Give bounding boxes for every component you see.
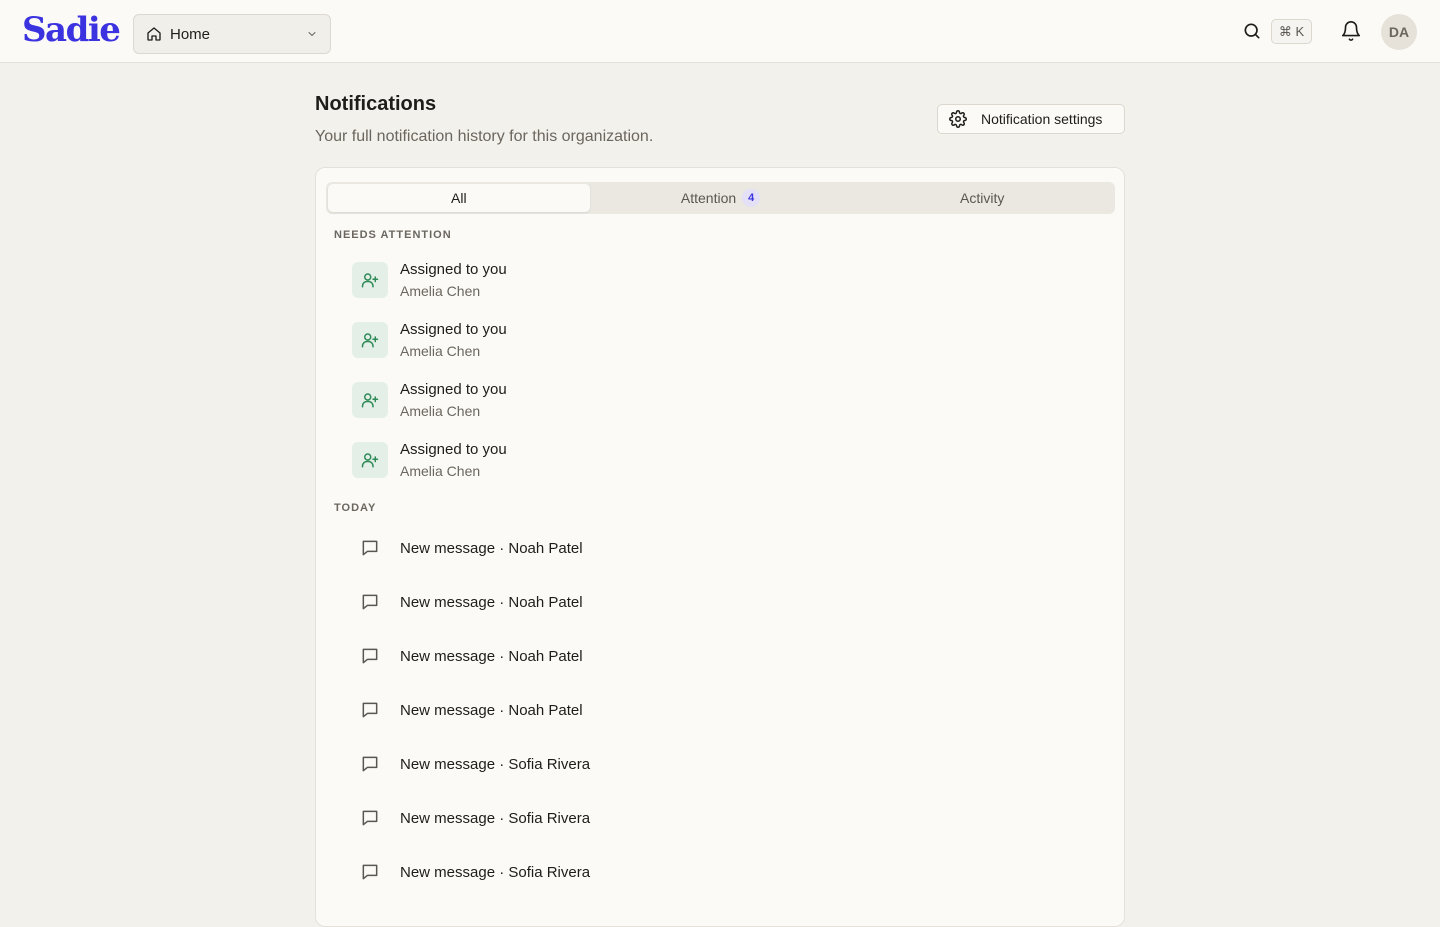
logo[interactable]: Sadie [22, 10, 121, 50]
notification-settings-label: Notification settings [981, 111, 1103, 127]
search-icon[interactable] [1242, 21, 1262, 41]
notification-actor: Amelia Chen [400, 283, 481, 299]
tab-bar: All Attention 4 Activity [326, 182, 1115, 214]
user-plus-icon [352, 382, 388, 418]
tab-all[interactable]: All [328, 184, 590, 212]
notification-title: New message · Noah Patel [400, 593, 583, 611]
message-icon [352, 638, 388, 674]
notification-title: New message · Noah Patel [400, 647, 583, 665]
section-needs-attention: NEEDS ATTENTION [334, 229, 452, 241]
chevron-down-icon [306, 28, 318, 40]
top-bar: Sadie Home ⌘ K DA [0, 0, 1440, 63]
notification-title: Assigned to you [400, 321, 507, 338]
list-item[interactable]: New message · Sofia Rivera [352, 800, 1112, 836]
message-icon [352, 854, 388, 890]
notification-actor: Amelia Chen [400, 403, 481, 419]
message-icon [352, 692, 388, 728]
home-icon [146, 26, 162, 42]
notification-title: New message · Sofia Rivera [400, 755, 591, 773]
avatar[interactable]: DA [1381, 14, 1417, 50]
list-item[interactable]: New message · Noah Patel [352, 530, 1112, 566]
list-item[interactable]: New message · Noah Patel [352, 638, 1112, 674]
user-plus-icon [352, 442, 388, 478]
notification-settings-button[interactable]: Notification settings [937, 104, 1125, 134]
notification-title: New message · Noah Patel [400, 539, 583, 557]
tab-attention[interactable]: Attention 4 [590, 184, 852, 212]
tab-label: Attention [680, 190, 737, 206]
list-item[interactable]: New message · Noah Patel [352, 584, 1112, 620]
list-item[interactable]: Assigned to you Amelia Chen [352, 440, 1112, 480]
section-today: TODAY [334, 502, 377, 514]
workspace-select[interactable]: Home [133, 14, 331, 54]
message-icon [352, 746, 388, 782]
tab-label: Activity [960, 190, 1005, 206]
notification-title: Assigned to you [400, 441, 507, 458]
user-plus-icon [352, 322, 388, 358]
bell-icon[interactable] [1340, 20, 1362, 42]
message-icon [352, 800, 388, 836]
notifications-panel: All Attention 4 Activity NEEDS ATTENTION… [315, 167, 1125, 927]
notification-actor: Amelia Chen [400, 463, 481, 479]
attention-count-badge: 4 [742, 189, 761, 207]
message-icon [352, 530, 388, 566]
message-icon [352, 584, 388, 620]
notification-title: New message · Sofia Rivera [400, 809, 591, 827]
page-title: Notifications [315, 93, 437, 115]
list-item[interactable]: New message · Sofia Rivera [352, 854, 1112, 890]
user-plus-icon [352, 262, 388, 298]
list-item[interactable]: New message · Noah Patel [352, 692, 1112, 728]
page-subtitle: Your full notification history for this … [315, 128, 654, 145]
list-item[interactable]: New message · Sofia Rivera [352, 746, 1112, 782]
search-shortcut: ⌘ K [1271, 19, 1312, 44]
list-item[interactable]: Assigned to you Amelia Chen [352, 260, 1112, 300]
list-item[interactable]: Assigned to you Amelia Chen [352, 380, 1112, 420]
workspace-label: Home [170, 25, 211, 43]
gear-icon [949, 110, 967, 128]
tab-label: All [451, 190, 467, 206]
notification-title: New message · Sofia Rivera [400, 863, 591, 881]
notification-title: New message · Noah Patel [400, 701, 583, 719]
list-item[interactable]: Assigned to you Amelia Chen [352, 320, 1112, 360]
notification-title: Assigned to you [400, 261, 507, 278]
tab-activity[interactable]: Activity [851, 184, 1113, 212]
notification-title: Assigned to you [400, 381, 507, 398]
notification-actor: Amelia Chen [400, 343, 481, 359]
